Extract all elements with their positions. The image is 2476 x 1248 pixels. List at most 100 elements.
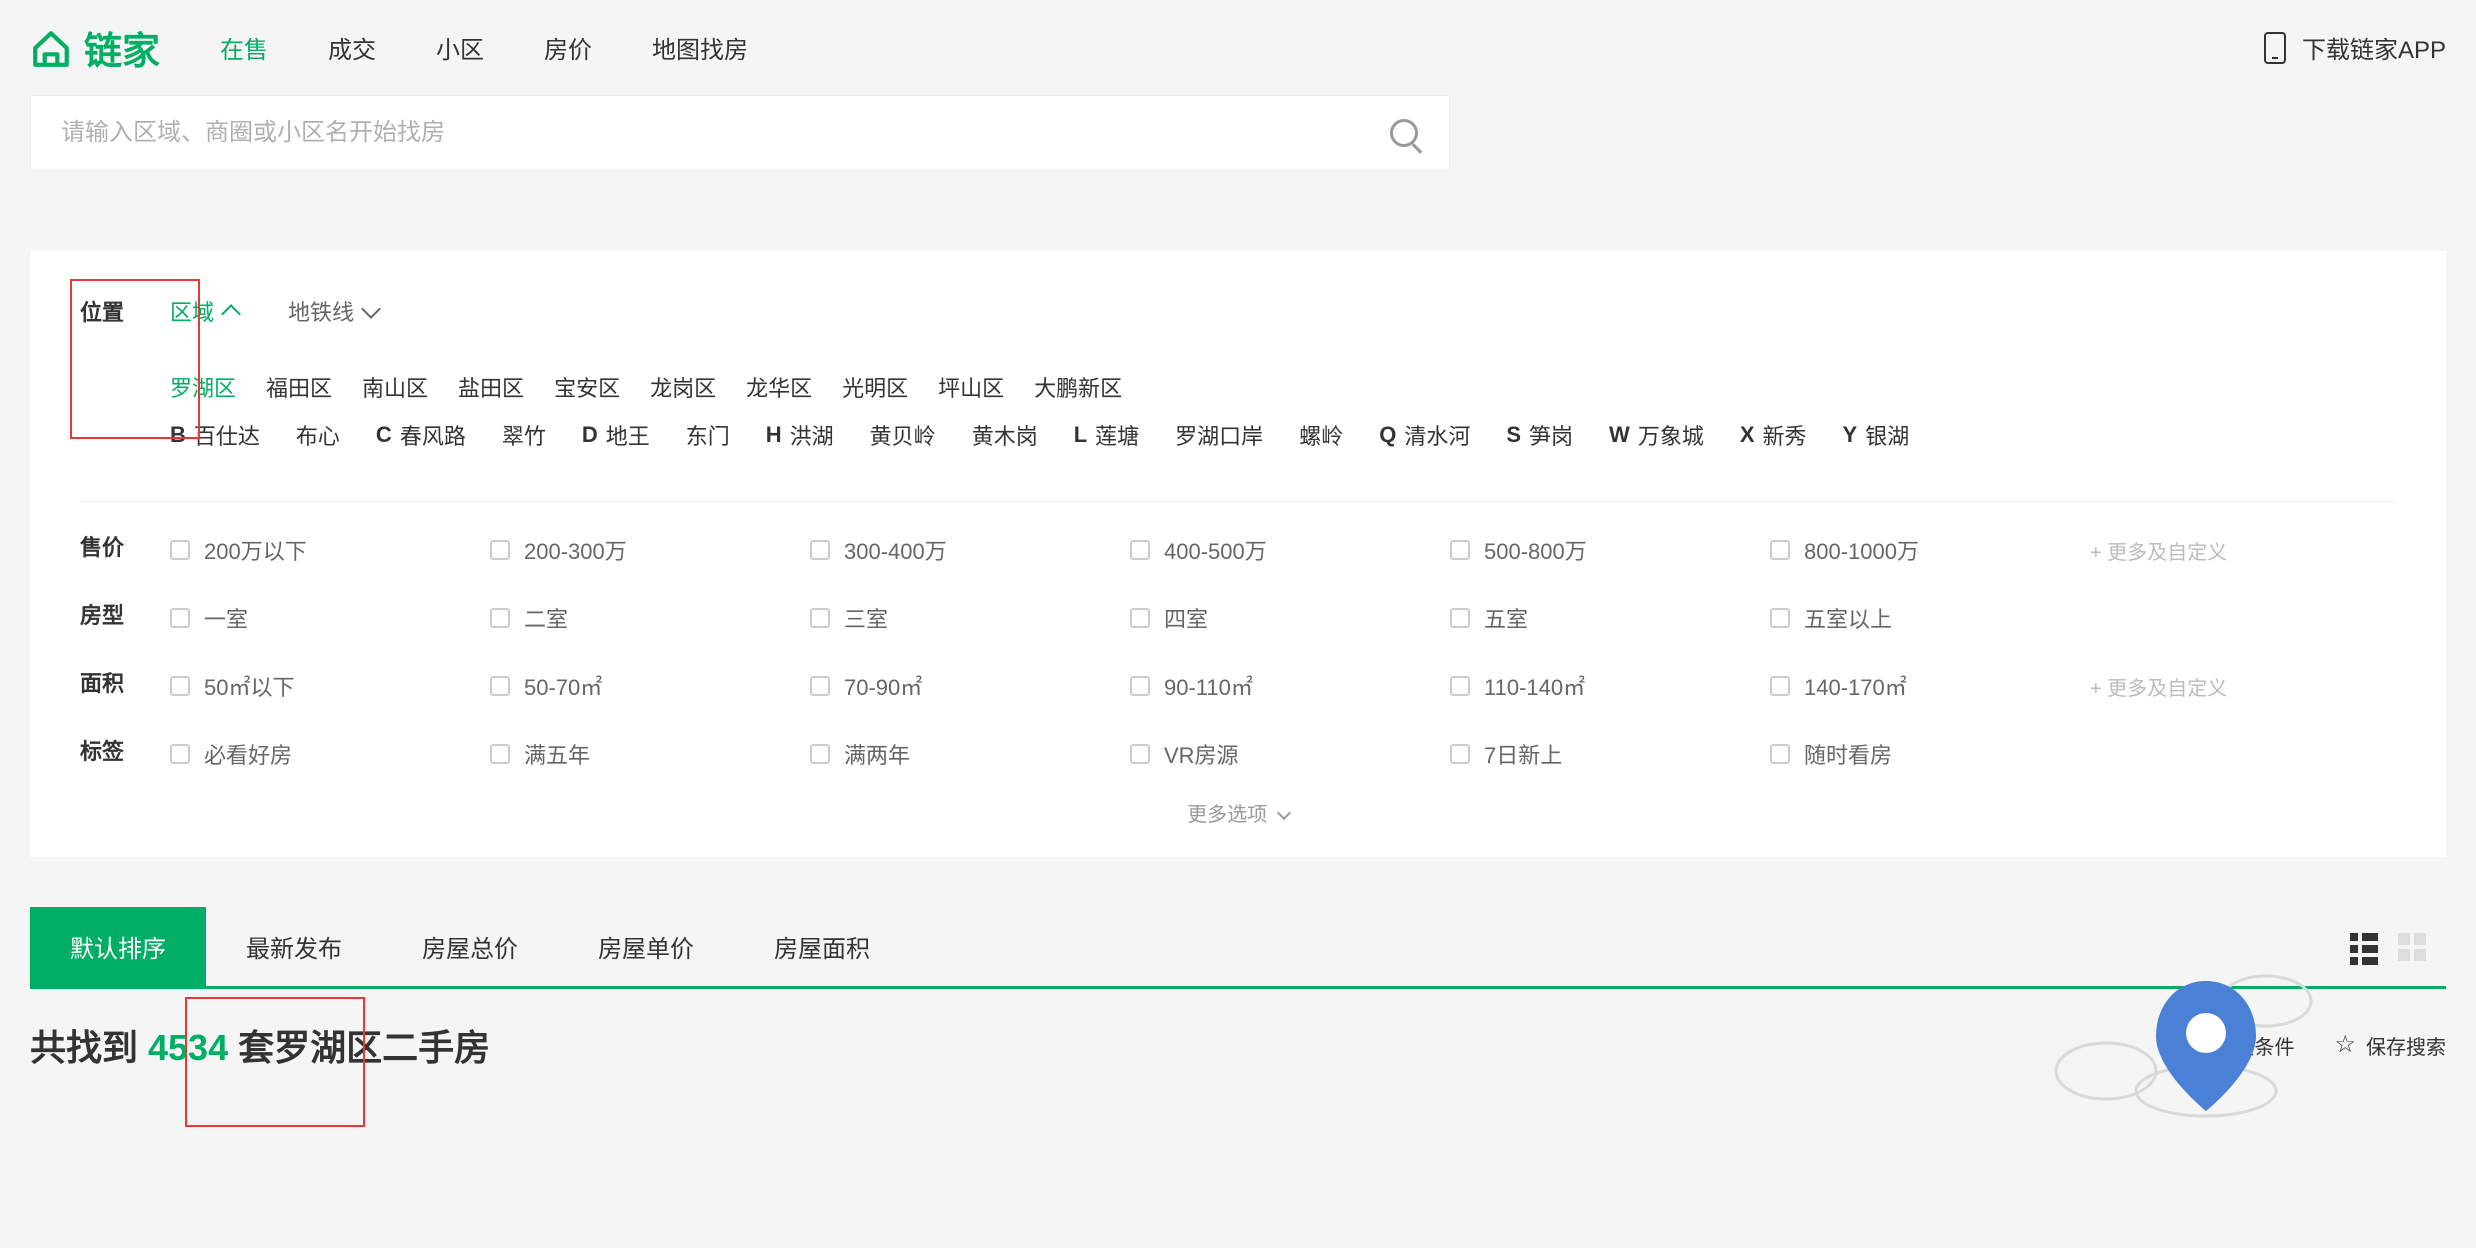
search-icon <box>1390 119 1418 147</box>
district-item[interactable]: 南山区 <box>362 371 428 403</box>
tags-option[interactable]: 必看好房 <box>170 730 490 778</box>
chevron-down-icon <box>1277 806 1291 820</box>
area-option[interactable]: 110-140㎡ <box>1450 662 1770 710</box>
nav-price[interactable]: 房价 <box>544 30 592 65</box>
tab-metro[interactable]: 地铁线 <box>288 291 378 331</box>
subarea-item[interactable]: 螺岭 <box>1299 419 1343 451</box>
checkbox-icon <box>810 540 830 560</box>
filter-area-row: 面积 50㎡以下 50-70㎡ 70-90㎡ 90-110㎡ 110-140㎡ … <box>80 662 2396 710</box>
subarea-item[interactable]: S笋岗 <box>1506 419 1573 451</box>
tags-option[interactable]: 满五年 <box>490 730 810 778</box>
price-option[interactable]: 200-300万 <box>490 526 810 574</box>
district-item[interactable]: 龙岗区 <box>650 371 716 403</box>
subarea-item[interactable]: D地王 <box>582 419 650 451</box>
tags-option[interactable]: 随时看房 <box>1770 730 2090 778</box>
tags-option[interactable]: 7日新上 <box>1450 730 1770 778</box>
price-option[interactable]: 400-500万 <box>1130 526 1450 574</box>
rooms-option[interactable]: 二室 <box>490 594 810 642</box>
clear-filters-button[interactable]: 清空条件 <box>2182 1031 2294 1060</box>
subarea-item[interactable]: 东门 <box>686 419 730 451</box>
rooms-option[interactable]: 五室以上 <box>1770 594 2090 642</box>
sort-total-price[interactable]: 房屋总价 <box>382 907 558 986</box>
sort-latest[interactable]: 最新发布 <box>206 907 382 986</box>
logo-text: 链家 <box>84 20 160 75</box>
checkbox-icon <box>1450 744 1470 764</box>
area-option[interactable]: 50-70㎡ <box>490 662 810 710</box>
sort-area[interactable]: 房屋面积 <box>734 907 910 986</box>
subarea-item[interactable]: 布心 <box>296 419 340 451</box>
price-more-link[interactable]: + 更多及自定义 <box>2090 536 2227 565</box>
checkbox-icon <box>1770 744 1790 764</box>
district-item[interactable]: 光明区 <box>842 371 908 403</box>
chevron-down-icon <box>361 299 381 319</box>
checkbox-icon <box>1130 608 1150 628</box>
subarea-item[interactable]: 黄贝岭 <box>870 419 936 451</box>
checkbox-icon <box>490 608 510 628</box>
subarea-item[interactable]: L莲塘 <box>1074 419 1139 451</box>
district-item[interactable]: 大鹏新区 <box>1034 371 1122 403</box>
tags-option[interactable]: 满两年 <box>810 730 1130 778</box>
more-options-toggle[interactable]: 更多选项 <box>80 798 2396 827</box>
filter-location-label: 位置 <box>80 291 170 327</box>
nav-map[interactable]: 地图找房 <box>652 30 748 65</box>
rooms-option[interactable]: 五室 <box>1450 594 1770 642</box>
district-item[interactable]: 龙华区 <box>746 371 812 403</box>
search-box <box>30 95 1450 171</box>
price-option[interactable]: 800-1000万 <box>1770 526 2090 574</box>
district-item[interactable]: 罗湖区 <box>170 371 236 403</box>
download-app-link[interactable]: 下载链家APP <box>2264 30 2446 65</box>
rooms-option[interactable]: 三室 <box>810 594 1130 642</box>
nav-community[interactable]: 小区 <box>436 30 484 65</box>
price-option[interactable]: 500-800万 <box>1450 526 1770 574</box>
price-option[interactable]: 200万以下 <box>170 526 490 574</box>
search-button[interactable] <box>1359 96 1449 170</box>
subarea-item[interactable]: C春风路 <box>376 419 466 451</box>
sort-unit-price[interactable]: 房屋单价 <box>558 907 734 986</box>
result-count: 4534 <box>148 1027 228 1068</box>
logo[interactable]: 链家 <box>30 20 160 75</box>
subarea-item[interactable]: Y银湖 <box>1843 419 1910 451</box>
rooms-option[interactable]: 一室 <box>170 594 490 642</box>
subarea-item[interactable]: 黄木岗 <box>972 419 1038 451</box>
subarea-item[interactable]: B百仕达 <box>170 419 260 451</box>
subarea-item[interactable]: 罗湖口岸 <box>1175 419 1263 451</box>
nav-on-sale[interactable]: 在售 <box>220 30 268 65</box>
checkbox-icon <box>490 676 510 696</box>
search-input[interactable] <box>31 96 1359 170</box>
subarea-item[interactable]: X新秀 <box>1740 419 1807 451</box>
subarea-item[interactable]: Q清水河 <box>1379 419 1470 451</box>
checkbox-icon <box>1770 608 1790 628</box>
divider <box>80 501 2396 502</box>
sort-default[interactable]: 默认排序 <box>30 907 206 986</box>
checkbox-icon <box>1130 540 1150 560</box>
subarea-item[interactable]: 翠竹 <box>502 419 546 451</box>
district-item[interactable]: 坪山区 <box>938 371 1004 403</box>
subarea-item[interactable]: H洪湖 <box>766 419 834 451</box>
list-view-icon[interactable] <box>2350 933 2378 961</box>
district-item[interactable]: 福田区 <box>266 371 332 403</box>
location-tabs: 区域 地铁线 <box>170 291 378 331</box>
save-search-button[interactable]: ☆ 保存搜索 <box>2334 1031 2446 1060</box>
result-actions: 清空条件 ☆ 保存搜索 <box>2182 1031 2446 1060</box>
tab-district[interactable]: 区域 <box>170 291 238 331</box>
checkbox-icon <box>170 676 190 696</box>
price-option[interactable]: 300-400万 <box>810 526 1130 574</box>
nav-sold[interactable]: 成交 <box>328 30 376 65</box>
district-item[interactable]: 盐田区 <box>458 371 524 403</box>
checkbox-icon <box>1130 744 1150 764</box>
primary-nav: 在售 成交 小区 房价 地图找房 <box>220 30 2264 65</box>
rooms-option[interactable]: 四室 <box>1130 594 1450 642</box>
checkbox-icon <box>490 540 510 560</box>
area-option[interactable]: 140-170㎡ <box>1770 662 2090 710</box>
subarea-item[interactable]: W万象城 <box>1609 419 1704 451</box>
area-option[interactable]: 70-90㎡ <box>810 662 1130 710</box>
checkbox-icon <box>810 608 830 628</box>
tags-option[interactable]: VR房源 <box>1130 730 1450 778</box>
grid-view-icon[interactable] <box>2398 933 2426 961</box>
district-item[interactable]: 宝安区 <box>554 371 620 403</box>
area-more-link[interactable]: + 更多及自定义 <box>2090 672 2227 701</box>
filter-price-row: 售价 200万以下 200-300万 300-400万 400-500万 500… <box>80 526 2396 574</box>
area-option[interactable]: 50㎡以下 <box>170 662 490 710</box>
area-option[interactable]: 90-110㎡ <box>1130 662 1450 710</box>
filter-location-row: 位置 区域 地铁线 罗湖区 福田区 南山区 盐田区 宝安区 龙岗区 龙华区 <box>80 291 2396 481</box>
